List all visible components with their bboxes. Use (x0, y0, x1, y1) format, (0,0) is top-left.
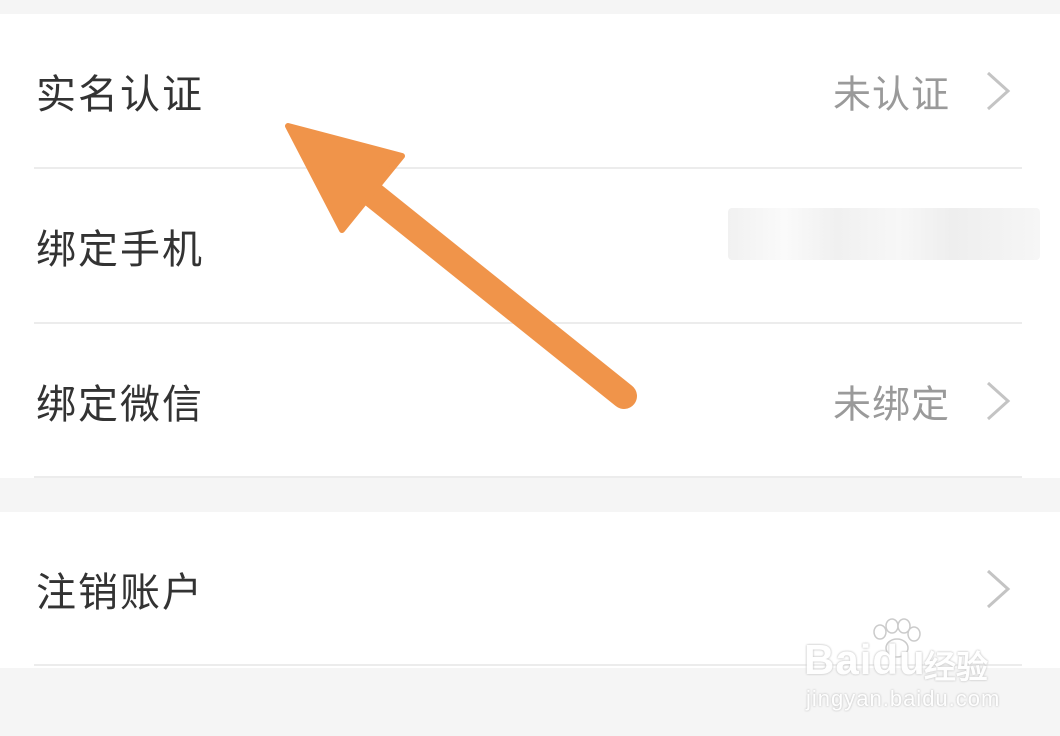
watermark-url: jingyan.baidu.com (806, 686, 1001, 711)
chevron-right-icon (986, 569, 1011, 609)
row-status-value: 未绑定 (832, 382, 950, 427)
row-status-value: 未认证 (832, 72, 950, 117)
chevron-right-icon (986, 381, 1011, 421)
account-settings-page: 实名认证 未认证 绑定手机 绑定微信 未绑定 注销账户 Baidu 经验 jin… (0, 0, 1060, 736)
settings-group-secondary: 注销账户 (0, 512, 1060, 668)
row-label: 绑定手机 (36, 227, 204, 273)
row-label: 绑定微信 (36, 382, 204, 428)
row-real-name-verification[interactable]: 实名认证 未认证 (0, 14, 1060, 168)
row-divider (34, 476, 1022, 478)
row-label: 实名认证 (36, 72, 204, 118)
top-strip (0, 0, 1060, 14)
row-label: 注销账户 (36, 570, 204, 616)
blurred-phone-number (728, 208, 1040, 260)
row-divider (34, 664, 1022, 666)
chevron-right-icon (986, 71, 1011, 111)
row-bind-wechat[interactable]: 绑定微信 未绑定 (0, 324, 1060, 478)
row-cancel-account[interactable]: 注销账户 (0, 512, 1060, 666)
